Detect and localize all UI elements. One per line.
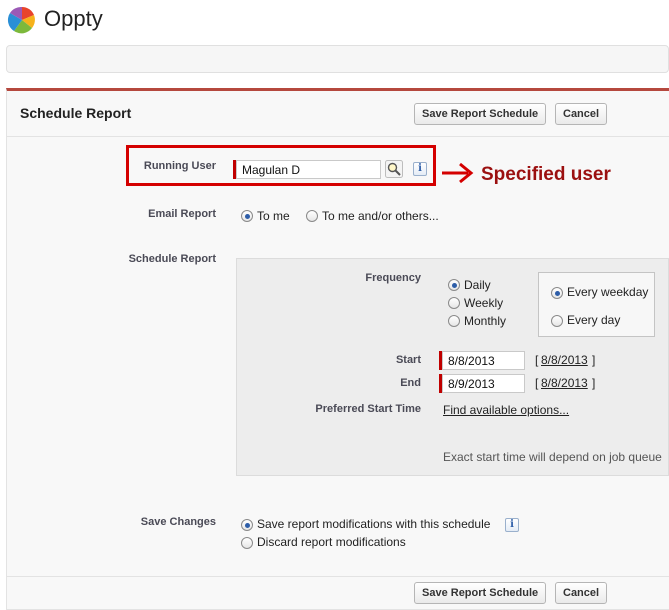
every-day-radio[interactable] [551, 315, 563, 327]
cancel-button[interactable]: Cancel [555, 103, 608, 125]
start-today-link[interactable]: 8/8/2013 [541, 353, 588, 367]
frequency-weekly-label: Weekly [464, 296, 504, 310]
discard-modifications-radio[interactable] [241, 537, 253, 549]
preferred-start-time-label: Preferred Start Time [315, 403, 421, 415]
info-icon[interactable]: i [505, 518, 519, 532]
start-date-bracket-open: [ [535, 353, 539, 367]
panel-footer: Save Report Schedule Cancel [7, 576, 669, 610]
frequency-daily-label: Daily [464, 278, 491, 292]
every-weekday-label: Every weekday [567, 285, 649, 299]
email-to-others-radio[interactable] [306, 210, 318, 222]
start-date-bracket-close: ] [592, 353, 596, 367]
panel-title: Schedule Report [20, 105, 132, 121]
email-to-me-label: To me [257, 209, 290, 223]
save-report-schedule-button-bottom[interactable]: Save Report Schedule [414, 582, 547, 604]
frequency-monthly-radio[interactable] [448, 315, 460, 327]
end-date-bracket-close: ] [592, 376, 596, 390]
start-label: Start [395, 354, 421, 366]
running-user-highlight-box [126, 145, 436, 186]
daily-options-box [538, 272, 655, 337]
end-label: End [400, 377, 421, 389]
schedule-report-label: Schedule Report [128, 253, 216, 265]
frequency-weekly-radio[interactable] [448, 297, 460, 309]
save-modifications-label: Save report modifications with this sche… [257, 517, 491, 531]
arrow-right-icon [442, 162, 474, 184]
app-logo-icon [7, 6, 35, 34]
find-available-options-link[interactable]: Find available options... [443, 403, 569, 417]
cancel-button-bottom[interactable]: Cancel [555, 582, 608, 604]
email-report-label: Email Report [148, 208, 216, 220]
job-queue-note: Exact start time will depend on job queu… [443, 450, 662, 464]
end-date-input[interactable]: 8/9/2013 [442, 374, 525, 393]
start-date-input[interactable]: 8/8/2013 [442, 351, 525, 370]
frequency-monthly-label: Monthly [464, 314, 507, 328]
email-to-me-radio[interactable] [241, 210, 253, 222]
every-day-label: Every day [567, 313, 621, 327]
panel-header: Schedule Report Save Report Schedule Can… [7, 91, 669, 137]
every-weekday-radio[interactable] [551, 287, 563, 299]
end-date-bracket-open: [ [535, 376, 539, 390]
page-title: Oppty [44, 6, 103, 31]
save-changes-label: Save Changes [140, 516, 216, 528]
discard-modifications-label: Discard report modifications [257, 535, 406, 549]
toolbar-strip [6, 45, 669, 73]
email-to-others-label: To me and/or others... [322, 209, 439, 223]
save-modifications-radio[interactable] [241, 519, 253, 531]
frequency-daily-radio[interactable] [448, 279, 460, 291]
specified-user-callout: Specified user [481, 164, 611, 185]
end-today-link[interactable]: 8/8/2013 [541, 376, 588, 390]
frequency-label: Frequency [365, 272, 421, 284]
save-report-schedule-button[interactable]: Save Report Schedule [414, 103, 547, 125]
